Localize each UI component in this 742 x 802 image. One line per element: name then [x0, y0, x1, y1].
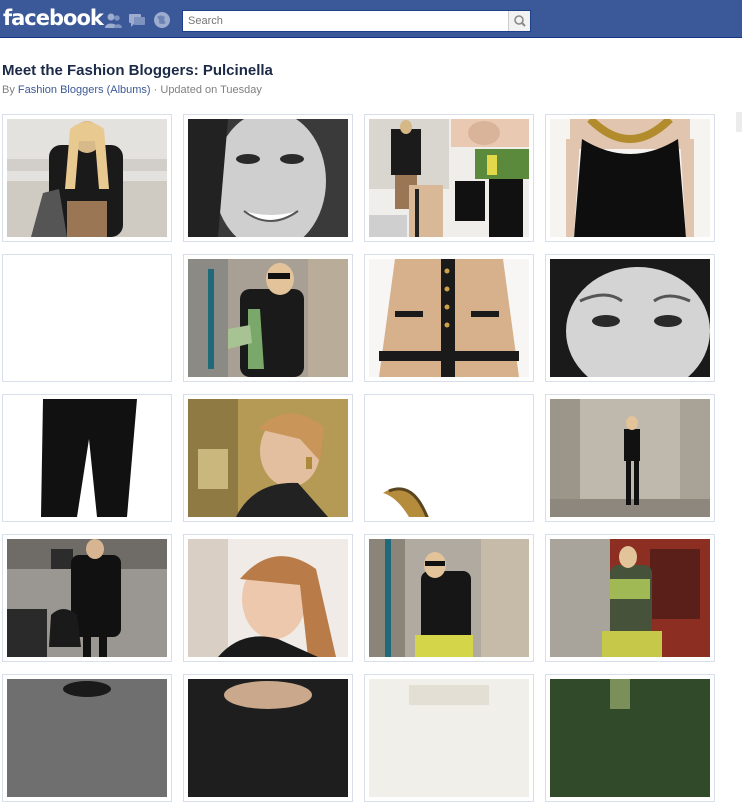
- photo-thumbnail[interactable]: [364, 674, 534, 802]
- photo: [188, 679, 348, 797]
- photo: [7, 679, 167, 797]
- photo: [369, 259, 529, 377]
- photo-thumbnail[interactable]: [364, 114, 534, 242]
- photo: [369, 679, 529, 797]
- photo-thumbnail[interactable]: [2, 534, 172, 662]
- author-link[interactable]: Fashion Bloggers (Albums): [18, 84, 151, 96]
- photo-thumbnail[interactable]: [2, 114, 172, 242]
- top-bar: facebook: [0, 0, 742, 38]
- search-input[interactable]: [183, 11, 507, 31]
- photo-thumbnail[interactable]: [183, 394, 353, 522]
- photo: [188, 259, 348, 377]
- photo: [7, 119, 167, 237]
- photo-thumbnail[interactable]: [364, 534, 534, 662]
- photo-thumbnail[interactable]: [545, 674, 715, 802]
- photo: [188, 119, 348, 237]
- photo-thumbnail[interactable]: [364, 394, 534, 522]
- search-button[interactable]: [508, 11, 530, 31]
- photo-thumbnail[interactable]: [545, 114, 715, 242]
- photo: [188, 399, 348, 517]
- facebook-logo[interactable]: facebook: [3, 6, 104, 30]
- photo: [369, 399, 529, 517]
- photo-thumbnail[interactable]: [183, 534, 353, 662]
- photo-thumbnail[interactable]: [545, 394, 715, 522]
- search-icon: [514, 15, 526, 27]
- updated-text: Updated on Tuesday: [160, 84, 262, 96]
- scrollbar-edge[interactable]: [736, 112, 742, 132]
- photo: [7, 539, 167, 657]
- photo-thumbnail[interactable]: [545, 254, 715, 382]
- photo: [550, 119, 710, 237]
- friend-requests-icon[interactable]: [104, 11, 122, 29]
- search-box[interactable]: [182, 10, 531, 32]
- notifications-icon[interactable]: [153, 11, 171, 29]
- album-byline: By Fashion Bloggers (Albums) · Updated o…: [2, 84, 262, 96]
- photo-thumbnail[interactable]: [364, 254, 534, 382]
- photo-thumbnail[interactable]: [183, 114, 353, 242]
- photo: [550, 399, 710, 517]
- album-title: Meet the Fashion Bloggers: Pulcinella: [2, 62, 273, 79]
- photo: [550, 679, 710, 797]
- photo-thumbnail[interactable]: [2, 394, 172, 522]
- photo-thumbnail[interactable]: [545, 534, 715, 662]
- photo-thumbnail[interactable]: [2, 254, 172, 382]
- photo: [7, 259, 167, 377]
- photo-thumbnail[interactable]: [183, 254, 353, 382]
- by-label: By: [2, 84, 15, 96]
- photo: [7, 399, 167, 517]
- photo-thumbnail[interactable]: [2, 674, 172, 802]
- photo: [369, 119, 529, 237]
- messages-icon[interactable]: [128, 11, 146, 29]
- photo: [369, 539, 529, 657]
- photo-thumbnail[interactable]: [183, 674, 353, 802]
- photo: [188, 539, 348, 657]
- photo: [550, 539, 710, 657]
- byline-separator: ·: [153, 84, 158, 96]
- photo: [550, 259, 710, 377]
